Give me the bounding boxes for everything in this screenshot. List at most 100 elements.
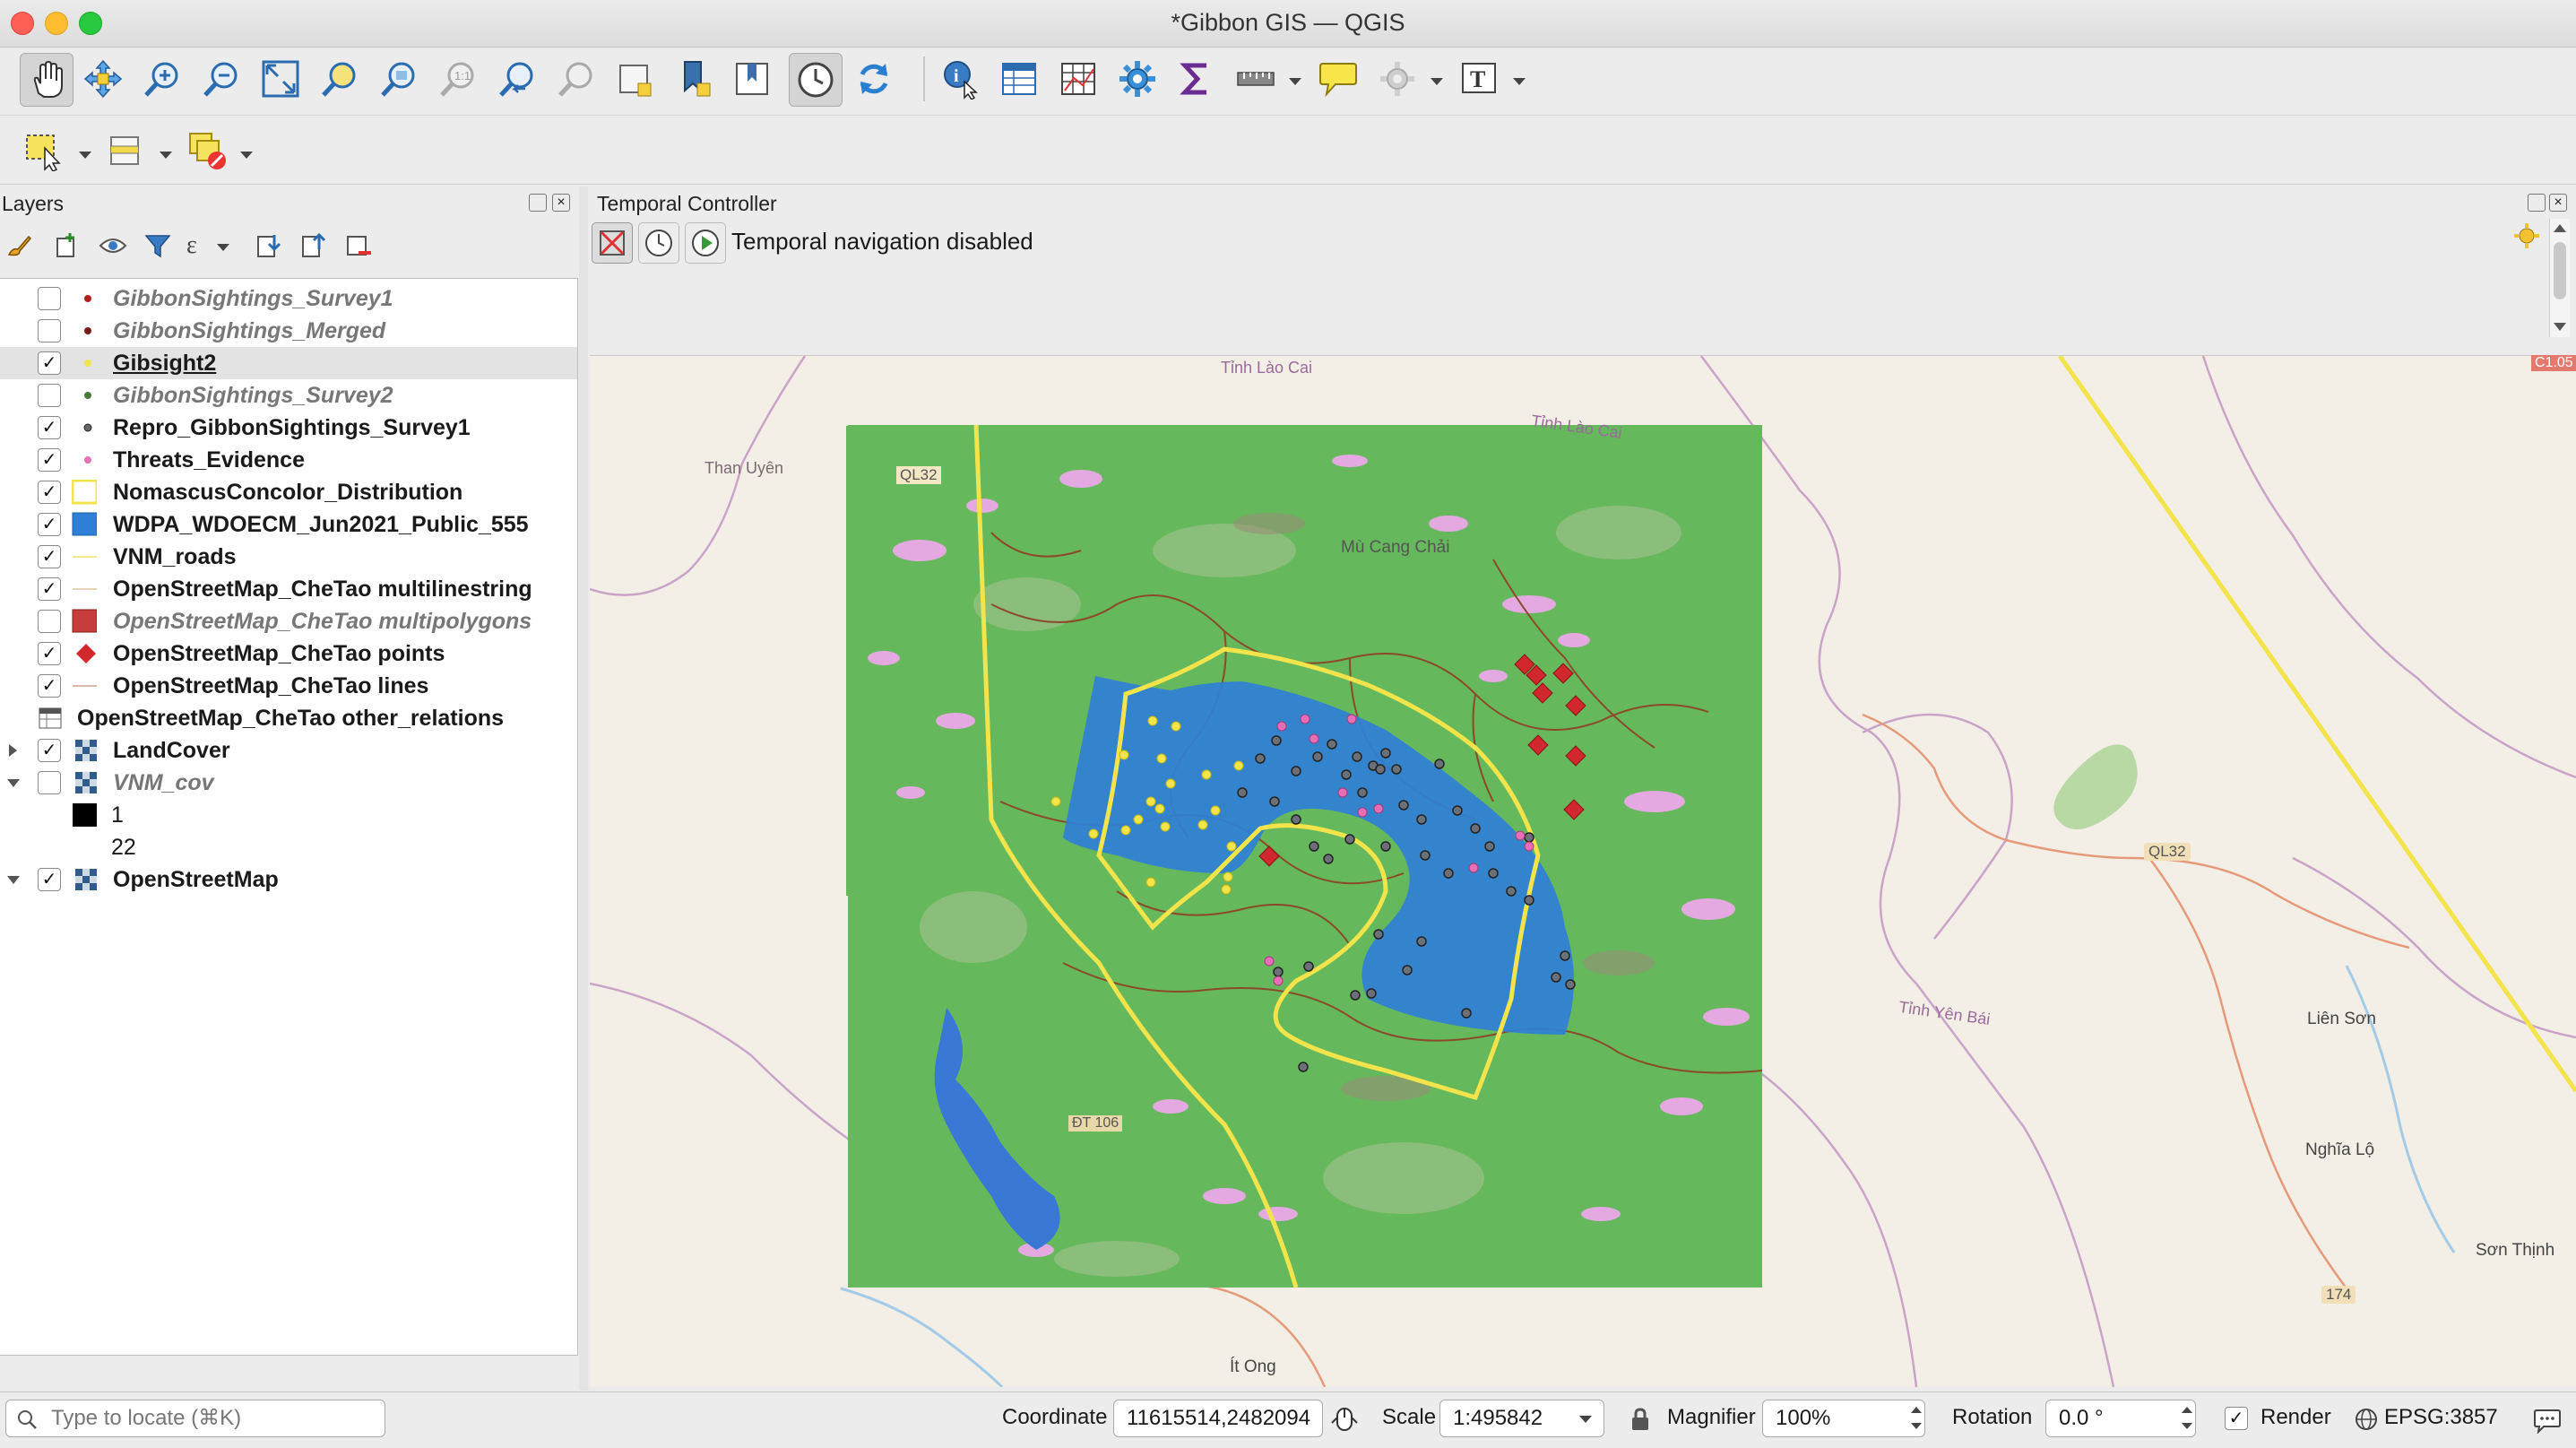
layer-row[interactable]: ✓ NomascusConcolor_Distribution: [0, 476, 577, 508]
select-features-button[interactable]: [18, 125, 70, 177]
remove-layer-button[interactable]: [344, 231, 373, 260]
style-manager-button[interactable]: [5, 231, 34, 260]
layer-visibility-checkbox[interactable]: ✓: [38, 416, 61, 439]
crs-button[interactable]: EPSG:3857: [2384, 1405, 2498, 1430]
collapse-all-button[interactable]: [299, 231, 328, 260]
fixed-range-button[interactable]: [638, 222, 679, 264]
zoom-native-resolution-button[interactable]: 1:1: [432, 53, 484, 105]
layer-visibility-checkbox[interactable]: ✓: [38, 545, 61, 568]
render-checkbox[interactable]: ✓: [2225, 1407, 2248, 1430]
select-dropdown-arrow[interactable]: [79, 152, 91, 159]
magnifier-spinbox[interactable]: 100%: [1762, 1400, 1925, 1437]
layer-row[interactable]: ✓ WDPA_WDOECM_Jun2021_Public_555: [0, 508, 577, 541]
layer-visibility-checkbox[interactable]: [38, 319, 61, 342]
layer-row[interactable]: ✓ OpenStreetMap_CheTao lines: [0, 670, 577, 702]
messages-button[interactable]: [2533, 1405, 2562, 1440]
scroll-up-arrow-icon[interactable]: [2554, 224, 2566, 232]
identify-features-button[interactable]: i: [934, 53, 986, 105]
rotation-spinbox[interactable]: 0.0 °: [2045, 1400, 2196, 1437]
layer-visibility-checkbox[interactable]: ✓: [38, 577, 61, 601]
lock-scale-button[interactable]: [1629, 1407, 1651, 1438]
layer-row-selected[interactable]: ✓ Gibsight2: [0, 347, 577, 379]
manage-visibility-button[interactable]: [99, 231, 127, 260]
scale-dropdown-arrow[interactable]: [1579, 1416, 1592, 1423]
new-map-view-button[interactable]: [609, 53, 661, 105]
layer-visibility-checkbox[interactable]: ✓: [38, 868, 61, 891]
filter-by-expression-icon[interactable]: ε: [186, 231, 215, 260]
layer-visibility-checkbox[interactable]: ✓: [38, 739, 61, 762]
open-attribute-table-button[interactable]: [993, 53, 1045, 105]
temporal-controller-button[interactable]: [789, 53, 843, 107]
layer-row[interactable]: OpenStreetMap_CheTao multipolygons: [0, 605, 577, 637]
expand-arrow-icon[interactable]: [9, 744, 17, 757]
layer-visibility-checkbox[interactable]: [38, 287, 61, 310]
crs-globe-icon[interactable]: [2354, 1407, 2379, 1438]
zoom-next-button[interactable]: [550, 53, 602, 105]
rotation-stepper[interactable]: [2178, 1400, 2198, 1437]
deselect-features-button[interactable]: [181, 125, 233, 177]
layer-visibility-checkbox[interactable]: ✓: [38, 481, 61, 504]
pan-to-selection-button[interactable]: [77, 53, 129, 105]
filter-legend-button[interactable]: [143, 231, 172, 260]
layer-visibility-checkbox[interactable]: ✓: [38, 448, 61, 472]
refresh-button[interactable]: [848, 53, 900, 105]
toggle-extents-button[interactable]: [1330, 1405, 1359, 1440]
collapse-arrow-icon[interactable]: [7, 876, 20, 884]
show-bookmarks-button[interactable]: [726, 53, 778, 105]
annotation-dropdown-arrow[interactable]: [1431, 78, 1443, 85]
layer-row[interactable]: ✓ Repro_GibbonSightings_Survey1: [0, 412, 577, 444]
layer-row[interactable]: ✓ OpenStreetMap: [0, 863, 577, 896]
layer-visibility-checkbox[interactable]: [38, 610, 61, 633]
float-panel-button[interactable]: [2528, 194, 2546, 212]
select-by-value-dropdown-arrow[interactable]: [160, 152, 172, 159]
field-calculator-button[interactable]: [1171, 53, 1223, 105]
zoom-to-layer-button[interactable]: [373, 53, 425, 105]
annotation-tools-button[interactable]: [1371, 53, 1423, 105]
layer-row[interactable]: GibbonSightings_Merged: [0, 315, 577, 347]
layer-visibility-checkbox[interactable]: [38, 384, 61, 407]
toolbox-button[interactable]: [1111, 53, 1163, 105]
vertical-scrollbar[interactable]: [2549, 219, 2570, 337]
locator-search-input[interactable]: Type to locate (⌘K): [5, 1400, 385, 1437]
scroll-down-arrow-icon[interactable]: [2554, 323, 2566, 331]
layer-row[interactable]: OpenStreetMap_CheTao other_relations: [0, 702, 577, 734]
layer-visibility-checkbox[interactable]: [38, 771, 61, 794]
scrollbar-thumb[interactable]: [2554, 242, 2566, 299]
expression-dropdown-arrow[interactable]: [217, 244, 229, 251]
layer-row[interactable]: GibbonSightings_Survey1: [0, 282, 577, 315]
layer-visibility-checkbox[interactable]: ✓: [38, 351, 61, 375]
layer-row[interactable]: ✓ OpenStreetMap_CheTao multilinestring: [0, 573, 577, 605]
select-by-value-button[interactable]: [100, 125, 152, 177]
expand-all-button[interactable]: [255, 231, 283, 260]
layer-row[interactable]: ✓ VNM_roads: [0, 541, 577, 573]
zoom-to-selection-button[interactable]: [314, 53, 366, 105]
measure-line-button[interactable]: [1230, 53, 1282, 105]
zoom-full-button[interactable]: [255, 53, 307, 105]
statistical-summary-button[interactable]: [1052, 53, 1104, 105]
add-group-button[interactable]: [52, 231, 81, 260]
layer-row[interactable]: ✓ OpenStreetMap_CheTao points: [0, 637, 577, 670]
zoom-last-button[interactable]: [491, 53, 543, 105]
zoom-out-button[interactable]: [195, 53, 247, 105]
layer-row[interactable]: ✓ Threats_Evidence: [0, 444, 577, 476]
layer-visibility-checkbox[interactable]: ✓: [38, 642, 61, 665]
collapse-arrow-icon[interactable]: [7, 779, 20, 787]
text-annotation-button[interactable]: T: [1454, 53, 1506, 105]
float-panel-button[interactable]: [529, 194, 547, 212]
layer-visibility-checkbox[interactable]: ✓: [38, 674, 61, 698]
disable-temporal-button[interactable]: [592, 222, 633, 264]
layer-row[interactable]: VNM_cov: [0, 767, 577, 799]
panel-splitter[interactable]: [579, 186, 588, 1391]
text-annotation-dropdown-arrow[interactable]: [1513, 78, 1526, 85]
close-panel-button[interactable]: ×: [2549, 194, 2567, 212]
zoom-in-button[interactable]: [136, 53, 188, 105]
layer-visibility-checkbox[interactable]: ✓: [38, 513, 61, 536]
measure-dropdown-arrow[interactable]: [1289, 78, 1301, 85]
new-bookmark-button[interactable]: [669, 53, 721, 105]
magnifier-stepper[interactable]: [1907, 1400, 1927, 1437]
map-tips-button[interactable]: [1312, 53, 1364, 105]
layer-row[interactable]: ✓ LandCover: [0, 734, 577, 767]
animated-temporal-button[interactable]: [685, 222, 726, 264]
coordinate-field[interactable]: 11615514,2482094: [1113, 1400, 1323, 1437]
pan-map-button[interactable]: [20, 53, 73, 107]
